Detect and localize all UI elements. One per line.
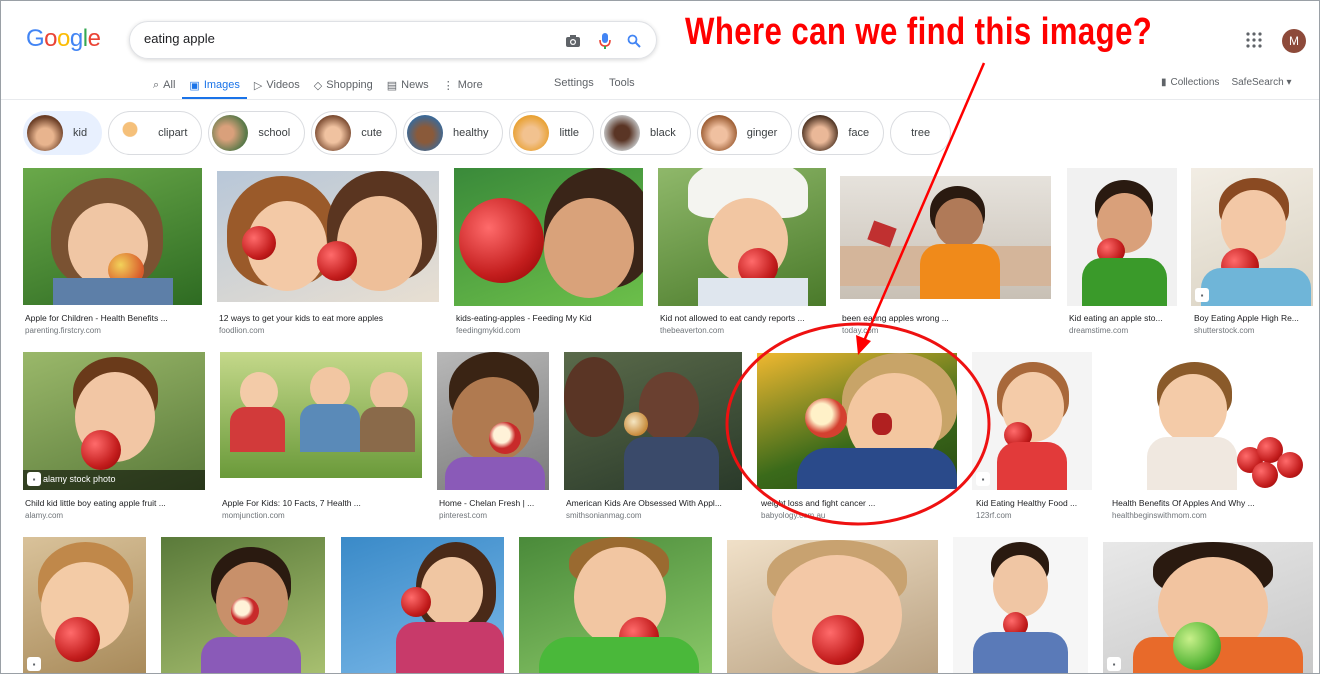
annotation-overlay	[725, 62, 991, 526]
page: Google Where can we find this image? M ⌕…	[0, 0, 1320, 674]
annotation-arrowhead	[856, 335, 871, 355]
annotation-arrow-line	[862, 62, 986, 342]
